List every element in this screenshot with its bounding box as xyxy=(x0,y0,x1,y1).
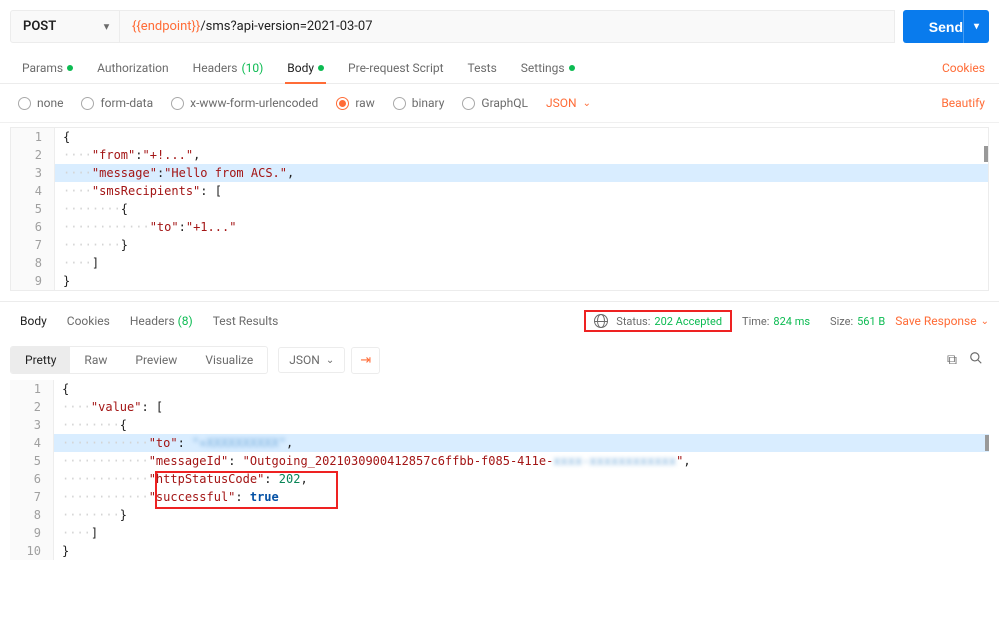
response-body-editor[interactable]: 1{ 2····"value": [ 3········{ 4·········… xyxy=(10,380,989,560)
tab-settings[interactable]: Settings xyxy=(509,53,587,83)
url-input[interactable]: {{endpoint}}/sms?api-version=2021-03-07 xyxy=(120,10,895,43)
chevron-down-icon: ⌄ xyxy=(583,98,591,109)
http-method-value: POST xyxy=(23,19,56,34)
request-body-editor[interactable]: 1{ 2····"from":"+!...", 3····"message":"… xyxy=(10,127,989,291)
tab-tests[interactable]: Tests xyxy=(456,53,509,83)
resp-tab-headers[interactable]: Headers (8) xyxy=(120,308,203,334)
wrap-icon: ⇥ xyxy=(360,353,371,368)
url-variable: {{endpoint}} xyxy=(132,19,200,34)
resp-tab-tests[interactable]: Test Results xyxy=(203,308,289,334)
save-response-button[interactable]: Save Response⌄ xyxy=(895,314,989,328)
scrollbar-thumb[interactable] xyxy=(985,435,989,451)
send-button[interactable]: Send ▾ xyxy=(903,10,989,43)
radio-formdata[interactable]: form-data xyxy=(73,92,161,114)
search-icon[interactable] xyxy=(963,347,989,373)
chevron-down-icon: ▾ xyxy=(104,21,109,32)
send-split-chevron-icon[interactable]: ▾ xyxy=(963,10,989,43)
url-path: /sms?api-version=2021-03-07 xyxy=(200,19,372,34)
chevron-down-icon: ⌄ xyxy=(326,355,334,366)
tab-authorization[interactable]: Authorization xyxy=(85,53,181,83)
radio-xform[interactable]: x-www-form-urlencoded xyxy=(163,92,326,114)
view-raw[interactable]: Raw xyxy=(70,347,121,373)
view-preview[interactable]: Preview xyxy=(121,347,191,373)
body-type-selector: none form-data x-www-form-urlencoded raw… xyxy=(0,84,999,123)
body-language-select[interactable]: JSON⌄ xyxy=(538,92,599,114)
tab-body[interactable]: Body xyxy=(275,53,336,83)
tab-prerequest[interactable]: Pre-request Script xyxy=(336,53,455,83)
view-visualize[interactable]: Visualize xyxy=(191,347,267,373)
copy-icon[interactable]: ⧉ xyxy=(941,348,963,372)
http-method-select[interactable]: POST ▾ xyxy=(10,10,120,43)
beautify-link[interactable]: Beautify xyxy=(937,92,989,114)
response-format-select[interactable]: JSON⌄ xyxy=(278,347,345,373)
radio-none[interactable]: none xyxy=(10,92,71,114)
globe-icon xyxy=(594,314,608,328)
response-tabs: Body Cookies Headers (8) Test Results St… xyxy=(0,301,999,340)
status-dot-icon xyxy=(318,65,324,71)
response-view-tabs: Pretty Raw Preview Visualize JSON⌄ ⇥ ⧉ xyxy=(0,340,999,380)
tab-headers[interactable]: Headers (10) xyxy=(181,53,276,83)
request-tabs: Params Authorization Headers (10) Body P… xyxy=(0,53,999,84)
wrap-lines-button[interactable]: ⇥ xyxy=(351,347,380,374)
resp-tab-body[interactable]: Body xyxy=(10,308,57,334)
response-size: Size:561 B xyxy=(820,315,895,328)
radio-raw[interactable]: raw xyxy=(328,92,382,114)
chevron-down-icon: ⌄ xyxy=(981,316,989,327)
tab-params[interactable]: Params xyxy=(10,53,85,83)
radio-graphql[interactable]: GraphQL xyxy=(454,92,536,114)
radio-binary[interactable]: binary xyxy=(385,92,453,114)
resp-tab-cookies[interactable]: Cookies xyxy=(57,308,120,334)
status-badge: Status: 202 Accepted xyxy=(584,310,732,332)
status-dot-icon xyxy=(67,65,73,71)
scrollbar-thumb[interactable] xyxy=(984,146,988,162)
view-pretty[interactable]: Pretty xyxy=(11,347,70,373)
response-time: Time:824 ms xyxy=(732,315,820,328)
cookies-link[interactable]: Cookies xyxy=(938,53,989,83)
status-dot-icon xyxy=(569,65,575,71)
